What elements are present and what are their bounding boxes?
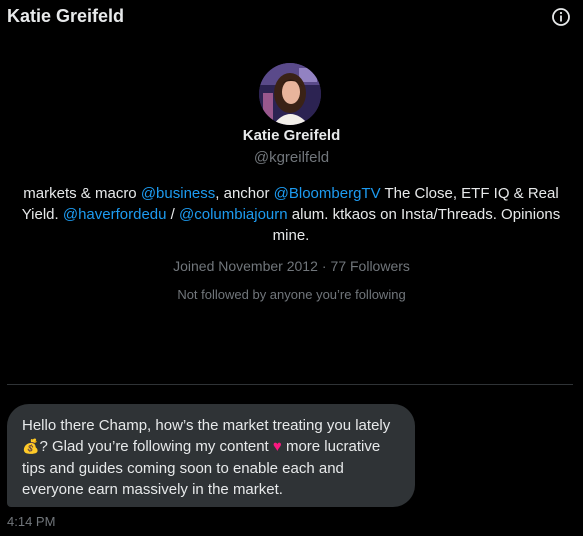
profile-bio: markets & macro @business, anchor @Bloom… xyxy=(18,183,564,246)
mention-link[interactable]: @business xyxy=(141,185,215,202)
money-bag-emoji: 💰 xyxy=(22,439,40,455)
mention-link[interactable]: @haverfordedu xyxy=(63,206,167,223)
divider xyxy=(7,384,573,385)
separator-dot: · xyxy=(321,258,327,274)
mention-link[interactable]: @BloombergTV xyxy=(274,185,381,202)
heart-emoji: ♥ xyxy=(272,438,282,455)
profile-name[interactable]: Katie Greifeld xyxy=(0,127,583,144)
bio-text: markets & macro xyxy=(23,185,141,202)
message-timestamp: 4:14 PM xyxy=(7,514,56,529)
message-text: ? Glad you’re following my content xyxy=(39,438,273,455)
bio-text: , anchor xyxy=(215,185,274,202)
profile-handle[interactable]: @kgreilfeld xyxy=(0,149,583,166)
avatar[interactable] xyxy=(259,63,321,125)
bio-text: alum. ktkaos on Insta/Threads. Opinions … xyxy=(272,206,561,244)
message-bubble[interactable]: Hello there Champ, how’s the market trea… xyxy=(7,404,415,507)
joined-date: Joined November 2012 xyxy=(173,258,318,274)
conversation-header: Katie Greifeld xyxy=(0,0,583,36)
followers-count[interactable]: 77 Followers xyxy=(331,258,410,274)
profile-meta: Joined November 2012 · 77 Followers xyxy=(0,258,583,274)
info-icon[interactable] xyxy=(551,7,571,27)
message-text: Hello there Champ, how’s the market trea… xyxy=(22,417,391,434)
conversation-title: Katie Greifeld xyxy=(7,6,125,26)
mention-link[interactable]: @columbiajourn xyxy=(179,206,288,223)
follow-note: Not followed by anyone you’re following xyxy=(177,287,406,302)
bio-text: / xyxy=(166,206,179,223)
